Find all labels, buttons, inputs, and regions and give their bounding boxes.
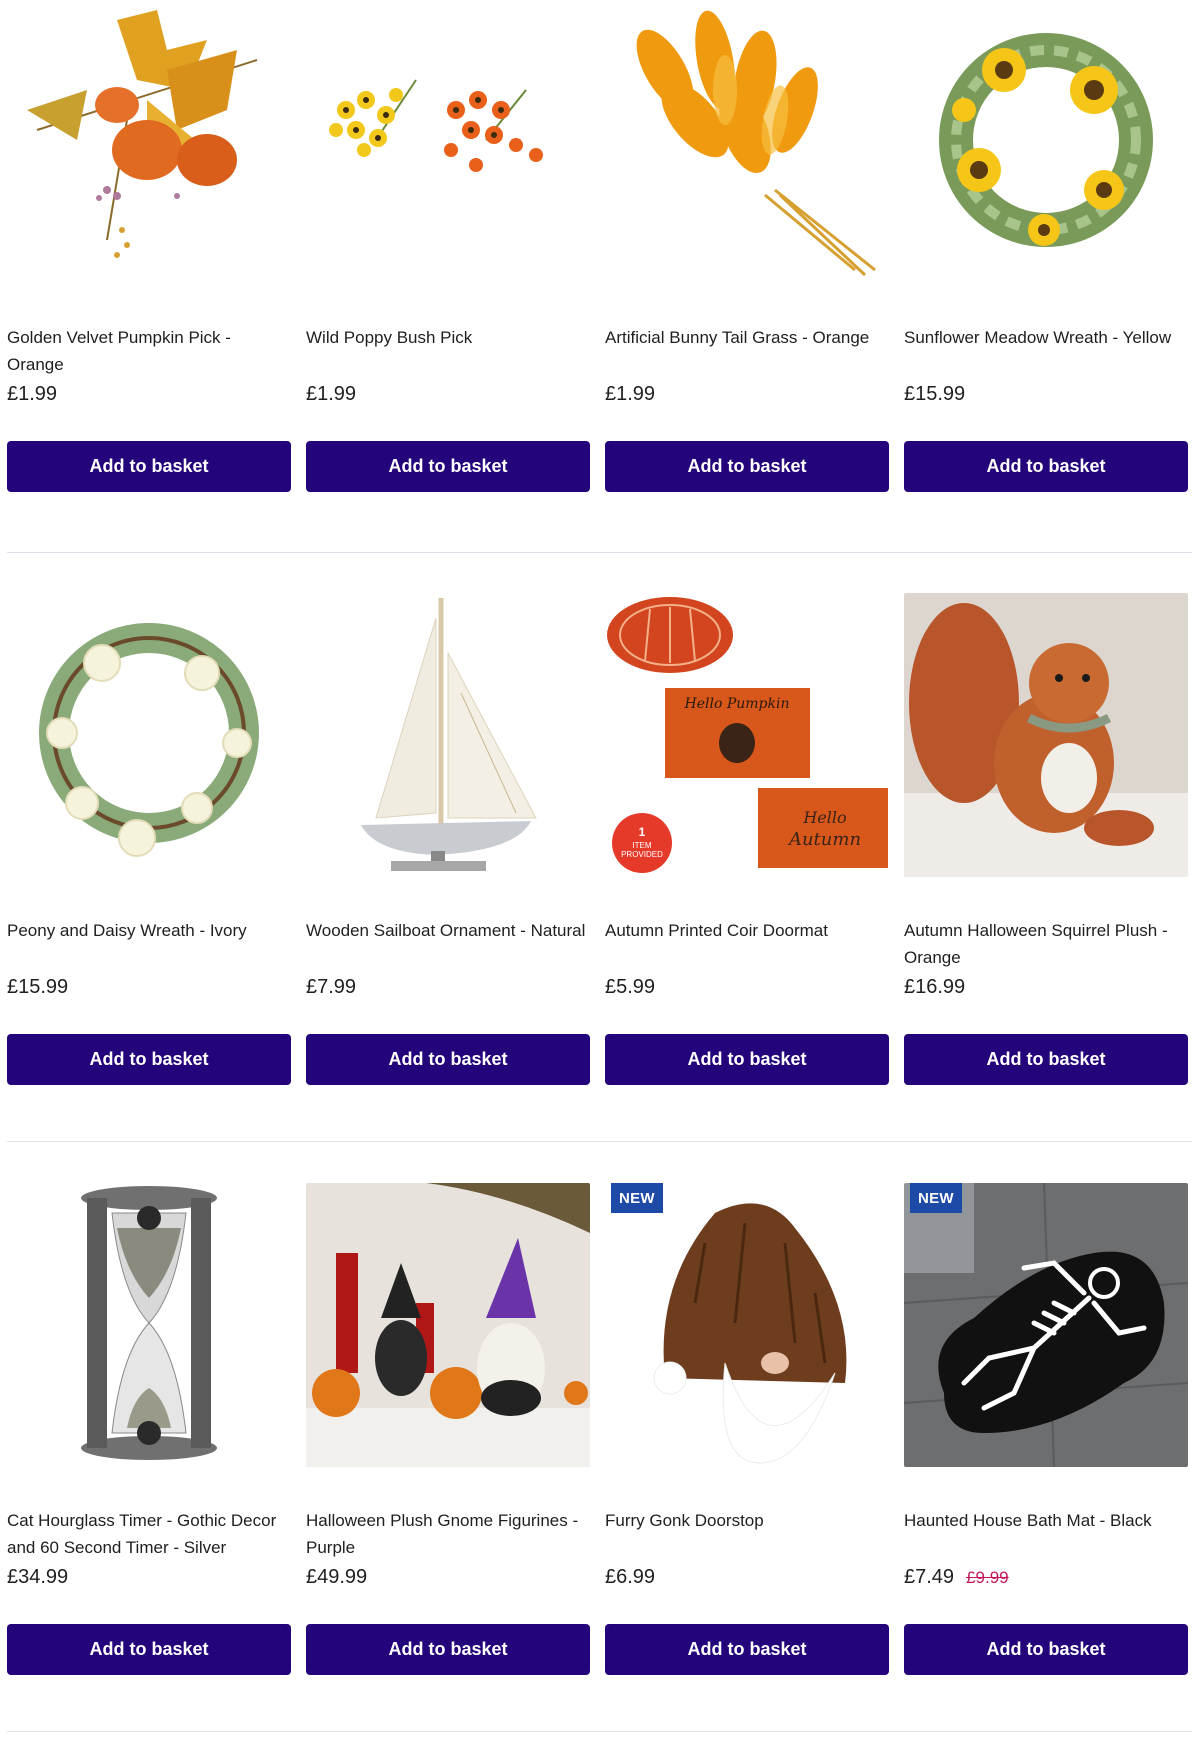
sticker-line-2: PROVIDED: [621, 850, 663, 859]
product-card: Autumn Halloween Squirrel Plush - Orange…: [904, 593, 1188, 1085]
product-price-row: £15.99: [7, 976, 68, 999]
product-image-pumpkin-pick[interactable]: [7, 0, 291, 284]
product-card: NEW Furry Gonk Doorstop £6.99 Add to bas…: [605, 1183, 889, 1675]
product-title[interactable]: Haunted House Bath Mat - Black: [904, 1507, 1188, 1534]
product-image-sunflower-wreath[interactable]: [904, 0, 1188, 284]
product-title[interactable]: Artificial Bunny Tail Grass - Orange: [605, 324, 889, 351]
add-to-basket-button[interactable]: Add to basket: [605, 441, 889, 492]
product-price: £1.99: [306, 383, 357, 405]
product-title[interactable]: Wooden Sailboat Ornament - Natural: [306, 917, 590, 944]
product-card: Halloween Plush Gnome Figurines - Purple…: [306, 1183, 590, 1675]
product-price-row: £49.99: [306, 1566, 367, 1589]
product-image-poppy-pick[interactable]: [306, 0, 590, 284]
product-price-row: £7.99: [306, 976, 356, 999]
product-price: £1.99: [605, 383, 656, 405]
product-title[interactable]: Halloween Plush Gnome Figurines - Purple: [306, 1507, 590, 1561]
product-title[interactable]: Golden Velvet Pumpkin Pick - Orange: [7, 324, 291, 378]
mat-text-hello-pumpkin: Hello Pumpkin: [684, 696, 790, 712]
product-card: Peony and Daisy Wreath - Ivory £15.99 Ad…: [7, 593, 291, 1085]
product-card: Wild Poppy Bush Pick £1.99 Add to basket: [306, 0, 590, 492]
row-divider: [7, 552, 1192, 553]
product-price-row: £34.99: [7, 1566, 68, 1589]
add-to-basket-button[interactable]: Add to basket: [904, 1034, 1188, 1085]
add-to-basket-button[interactable]: Add to basket: [7, 1624, 291, 1675]
product-price: £5.99: [605, 976, 656, 998]
product-price-row: £1.99: [306, 383, 356, 406]
product-price: £16.99: [904, 976, 966, 998]
product-price-row: £1.99: [605, 383, 655, 406]
product-title[interactable]: Autumn Halloween Squirrel Plush - Orange: [904, 917, 1188, 971]
product-price-row: £16.99: [904, 976, 965, 999]
product-image-bunny-grass[interactable]: [605, 0, 889, 284]
product-price: £15.99: [7, 976, 69, 998]
product-image-peony-wreath[interactable]: [7, 593, 291, 877]
product-card: Cat Hourglass Timer - Gothic Decor and 6…: [7, 1183, 291, 1675]
product-image-gnomes[interactable]: [306, 1183, 590, 1467]
product-was-price: £9.99: [966, 1568, 1009, 1587]
product-image-sailboat[interactable]: [306, 593, 590, 877]
product-price: £49.99: [306, 1566, 368, 1588]
sticker-number: 1: [639, 825, 646, 839]
product-price-row: £5.99: [605, 976, 655, 999]
add-to-basket-button[interactable]: Add to basket: [306, 1624, 590, 1675]
product-price: £6.99: [605, 1566, 656, 1588]
product-card: NEW Haunted House Bath Mat - Black £7.49…: [904, 1183, 1188, 1675]
add-to-basket-button[interactable]: Add to basket: [7, 441, 291, 492]
product-price: £1.99: [7, 383, 58, 405]
product-card: Sunflower Meadow Wreath - Yellow £15.99 …: [904, 0, 1188, 492]
row-divider: [7, 1141, 1192, 1142]
product-price-row: £6.99: [605, 1566, 655, 1589]
product-image-hourglass[interactable]: [7, 1183, 291, 1467]
add-to-basket-button[interactable]: Add to basket: [7, 1034, 291, 1085]
product-price: £34.99: [7, 1566, 69, 1588]
product-image-gonk[interactable]: NEW: [605, 1183, 889, 1467]
product-price: £15.99: [904, 383, 966, 405]
sticker-line-1: ITEM: [632, 841, 651, 850]
product-title[interactable]: Furry Gonk Doorstop: [605, 1507, 889, 1534]
add-to-basket-button[interactable]: Add to basket: [605, 1034, 889, 1085]
product-title[interactable]: Cat Hourglass Timer - Gothic Decor and 6…: [7, 1507, 291, 1561]
add-to-basket-button[interactable]: Add to basket: [605, 1624, 889, 1675]
add-to-basket-button[interactable]: Add to basket: [904, 441, 1188, 492]
product-card: Hello Pumpkin Hello Autumn 1 ITEM PROVID…: [605, 593, 889, 1085]
product-row-1: Golden Velvet Pumpkin Pick - Orange £1.9…: [7, 0, 1192, 492]
row-divider: [7, 1731, 1192, 1732]
product-title[interactable]: Peony and Daisy Wreath - Ivory: [7, 917, 291, 944]
add-to-basket-button[interactable]: Add to basket: [306, 441, 590, 492]
product-price: £7.49: [904, 1566, 955, 1588]
add-to-basket-button[interactable]: Add to basket: [306, 1034, 590, 1085]
product-price-row: £15.99: [904, 383, 965, 406]
product-card: Wooden Sailboat Ornament - Natural £7.99…: [306, 593, 590, 1085]
product-title[interactable]: Wild Poppy Bush Pick: [306, 324, 590, 351]
product-image-skeleton-mat[interactable]: NEW: [904, 1183, 1188, 1467]
mat-text-hello: Hello: [802, 808, 846, 827]
mat-text-autumn: Autumn: [787, 829, 861, 850]
product-price: £7.99: [306, 976, 357, 998]
add-to-basket-button[interactable]: Add to basket: [904, 1624, 1188, 1675]
product-image-squirrel[interactable]: [904, 593, 1188, 877]
new-badge: NEW: [611, 1183, 663, 1213]
product-image-doormats[interactable]: Hello Pumpkin Hello Autumn 1 ITEM PROVID…: [605, 593, 889, 877]
product-row-2: Peony and Daisy Wreath - Ivory £15.99 Ad…: [7, 593, 1192, 1085]
product-card: Artificial Bunny Tail Grass - Orange £1.…: [605, 0, 889, 492]
new-badge: NEW: [910, 1183, 962, 1213]
product-row-3: Cat Hourglass Timer - Gothic Decor and 6…: [7, 1183, 1192, 1675]
product-title[interactable]: Sunflower Meadow Wreath - Yellow: [904, 324, 1188, 351]
product-price-row: £7.49 £9.99: [904, 1566, 1009, 1589]
product-card: Golden Velvet Pumpkin Pick - Orange £1.9…: [7, 0, 291, 492]
product-price-row: £1.99: [7, 383, 57, 406]
product-title[interactable]: Autumn Printed Coir Doormat: [605, 917, 889, 944]
